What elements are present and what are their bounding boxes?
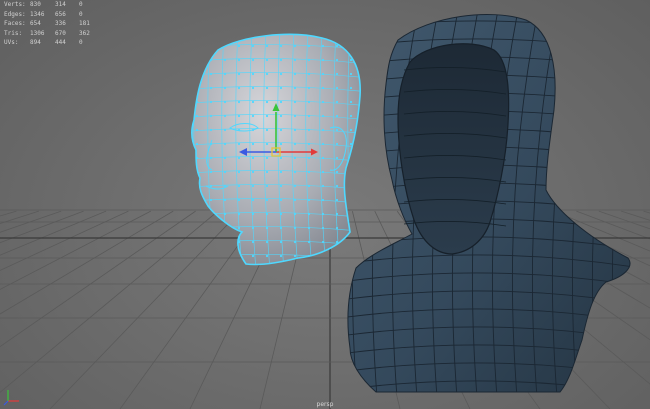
hud-row: Faces: 654 336 181 bbox=[4, 19, 99, 29]
hud-v2: 444 bbox=[55, 39, 66, 47]
hood-mesh[interactable] bbox=[340, 0, 650, 409]
hud-v3: 362 bbox=[79, 29, 90, 37]
hud-v3: 0 bbox=[79, 1, 83, 8]
camera-label: persp bbox=[316, 401, 334, 408]
poly-count-hud: Verts: 830 314 0 Edges: 1346 656 0 Faces: 654 336 1… bbox=[4, 0, 99, 48]
hud-row: Edges: 1346 656 0 bbox=[4, 10, 99, 20]
hud-v2: 670 bbox=[55, 29, 66, 37]
persp-viewport[interactable]: Verts: 830 314 0 Edges: 1346 656 0 Faces: 654 336 1… bbox=[0, 0, 650, 409]
hud-v1: 1346 bbox=[30, 10, 45, 18]
hud-v3: 0 bbox=[79, 10, 83, 18]
hud-label: UVs: bbox=[4, 39, 19, 47]
hud-v3: 181 bbox=[79, 20, 90, 28]
hud-row: Tris: 1306 670 362 bbox=[4, 29, 99, 39]
hud-label: Tris: bbox=[4, 29, 23, 37]
hud-row: UVs: 894 444 0 bbox=[4, 38, 99, 48]
hud-v2: 336 bbox=[55, 20, 66, 28]
hud-v1: 830 bbox=[30, 1, 41, 8]
hud-v1: 1306 bbox=[30, 29, 45, 37]
hud-v2: 656 bbox=[55, 10, 66, 18]
hud-row: Verts: 830 314 0 bbox=[4, 0, 99, 10]
hud-v3: 0 bbox=[79, 39, 83, 47]
hud-label: Edges: bbox=[4, 10, 26, 18]
hud-label: Verts: bbox=[4, 1, 26, 8]
viewport-scene[interactable] bbox=[0, 0, 650, 409]
hud-label: Faces: bbox=[4, 20, 26, 28]
head-mesh-selected[interactable] bbox=[180, 30, 370, 270]
hud-v1: 654 bbox=[30, 20, 41, 28]
hud-v2: 314 bbox=[55, 1, 66, 8]
hud-v1: 894 bbox=[30, 39, 41, 47]
